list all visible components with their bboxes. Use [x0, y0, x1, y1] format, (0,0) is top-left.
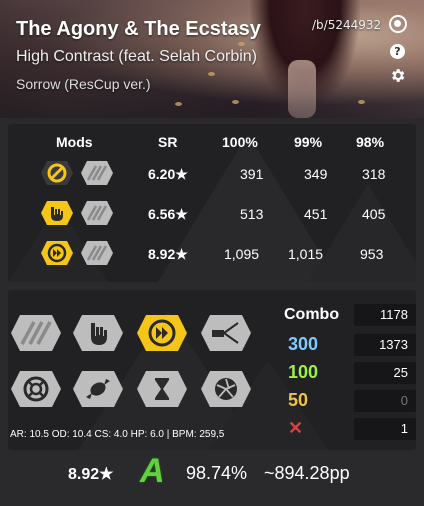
beatmap-link[interactable]: /b/5244932: [312, 18, 381, 32]
beatmap-title: The Agony & The Ecstasy: [16, 18, 261, 40]
miss-input[interactable]: 1: [354, 418, 416, 440]
row3-sr: 8.92★: [148, 246, 188, 262]
row1-pp99: 349: [304, 166, 328, 182]
summary-pp: ~894.28pp: [264, 463, 350, 483]
no-fail-mod-button[interactable]: [10, 370, 62, 408]
hard-rock-mod-button[interactable]: [72, 314, 124, 352]
half-time-mod-button[interactable]: [136, 370, 188, 408]
gear-icon[interactable]: [389, 67, 406, 84]
row1-pp98: 318: [362, 166, 386, 182]
auto-icon: [81, 201, 113, 225]
leaf-decoration: [208, 72, 215, 76]
header-100: 100%: [222, 134, 258, 150]
combo-input[interactable]: 1178: [354, 304, 416, 326]
no-fail-icon: [41, 161, 73, 185]
easy-icon: [11, 315, 61, 351]
header-98: 98%: [356, 134, 385, 150]
summary-accuracy: 98.74%: [186, 463, 248, 483]
row2-sr: 6.56★: [148, 206, 188, 222]
hit100-input[interactable]: 25: [354, 362, 416, 384]
beatmap-header: The Agony & The Ecstasy High Contrast (f…: [0, 0, 424, 118]
hard-rock-icon: [41, 201, 73, 225]
spun-out-mod-button[interactable]: [200, 370, 252, 408]
help-icon[interactable]: ?: [390, 44, 405, 59]
row2-pp98: 405: [362, 206, 386, 222]
easy-mod-button[interactable]: [10, 314, 62, 352]
candy-icon: [73, 371, 123, 407]
hit300-label: 300: [288, 334, 319, 354]
calculator-panel: AR: 10.5 OD: 10.4 CS: 4.0 HP: 6.0 | BPM:…: [8, 290, 416, 450]
hit300-input[interactable]: 1373: [354, 334, 416, 356]
leaf-decoration: [238, 42, 245, 46]
hard-rock-icon: [73, 315, 123, 351]
header-mods: Mods: [56, 134, 93, 150]
flashlight-icon: [201, 315, 251, 351]
row3-pp99: 1,015: [288, 246, 324, 262]
background-artwork-figure: [288, 60, 316, 118]
no-fail-icon: [11, 371, 61, 407]
row3-pp100: 1,095: [224, 246, 260, 262]
summary-stars: 8.92★: [68, 466, 114, 483]
pp-table-panel: Mods SR 100% 99% 98% 6.20★ 391 349 318 6…: [8, 124, 416, 282]
leaf-decoration: [232, 100, 239, 104]
row3-pp98: 953: [360, 246, 384, 262]
leaf-decoration: [358, 100, 365, 104]
grade-badge: A: [140, 452, 165, 490]
header-sr: SR: [158, 134, 178, 150]
map-stats: AR: 10.5 OD: 10.4 CS: 4.0 HP: 6.0 | BPM:…: [10, 429, 225, 440]
hourglass-icon: [137, 371, 187, 407]
double-time-icon: [41, 241, 73, 265]
double-time-icon: [137, 315, 187, 351]
candy-mod-button[interactable]: [72, 370, 124, 408]
header-99: 99%: [294, 134, 323, 150]
row1-sr: 6.20★: [148, 166, 188, 182]
beatmap-difficulty: Sorrow (ResCup ver.): [16, 76, 151, 92]
flashlight-mod-button[interactable]: [200, 314, 252, 352]
row1-pp100: 391: [240, 166, 264, 182]
spinner-icon: [201, 371, 251, 407]
hit50-label: 50: [288, 390, 309, 410]
osu-icon[interactable]: [389, 15, 407, 33]
auto-icon: [81, 161, 113, 185]
double-time-mod-button[interactable]: [136, 314, 188, 352]
hit50-input[interactable]: 0: [354, 390, 416, 412]
row2-pp99: 451: [304, 206, 328, 222]
beatmap-artist: High Contrast (feat. Selah Corbin): [16, 48, 257, 65]
combo-label: Combo: [284, 306, 340, 323]
leaf-decoration: [175, 102, 182, 106]
miss-icon: ✕: [288, 418, 304, 438]
row2-pp100: 513: [240, 206, 264, 222]
hit100-label: 100: [288, 362, 319, 382]
auto-icon: [81, 241, 113, 265]
